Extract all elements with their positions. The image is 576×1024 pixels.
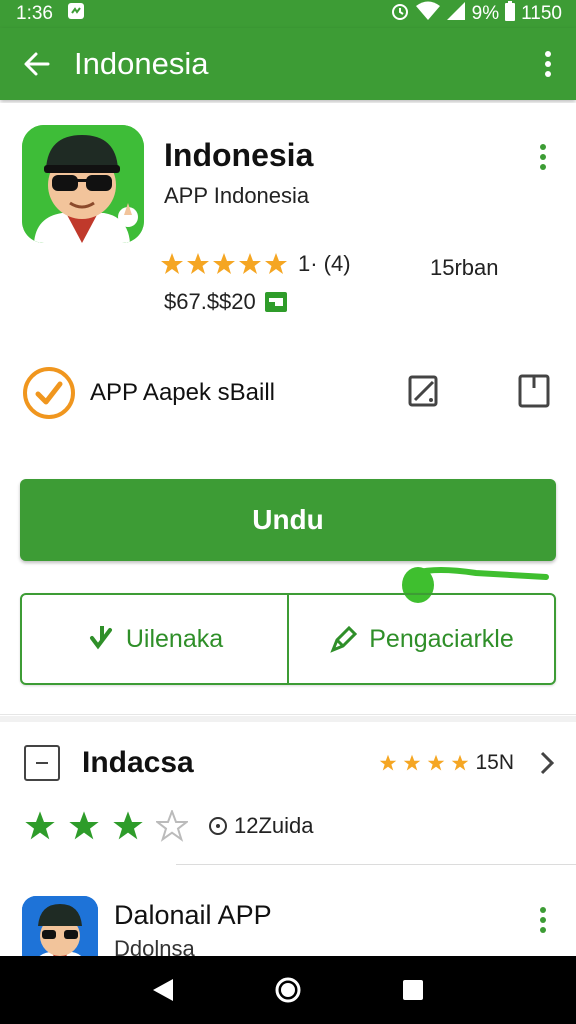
secondary-action-right-button[interactable]: Pengaciarkle — [287, 595, 554, 683]
status-bar: 1:36 9% 1150 — [0, 0, 576, 28]
star-icon — [428, 754, 445, 771]
battery-icon — [505, 1, 516, 27]
install-button[interactable]: Undu — [20, 479, 556, 561]
rating-summary: 12Zuida — [24, 810, 314, 842]
bookmark-button[interactable] — [512, 369, 556, 413]
secondary-action-left-button[interactable]: Uilenaka — [22, 595, 287, 683]
star-icon — [187, 253, 209, 274]
star-icon — [404, 754, 421, 771]
star-icon — [265, 253, 287, 274]
secondary-actions: Uilenaka Pengaciarkle — [20, 593, 556, 685]
star-icon — [113, 811, 143, 840]
app-icon[interactable] — [22, 125, 144, 243]
review-count: 12Zuida — [208, 813, 314, 839]
price: $67.$$20 — [164, 289, 256, 314]
more-vert-icon — [540, 907, 546, 933]
wifi-icon — [415, 1, 440, 27]
edit-button[interactable] — [402, 369, 446, 413]
verified-check-icon — [23, 367, 75, 419]
related-list: Indacsa 15N 12Zuida Dalonail APP Ddolnsa — [0, 722, 576, 972]
star-outline-icon — [156, 810, 188, 842]
star-icon — [25, 811, 55, 840]
app-bar-title: Indonesia — [74, 46, 209, 81]
nav-recents-icon — [403, 980, 424, 1000]
list-item-count: 15N — [475, 751, 514, 774]
list-item-title: Dalonail APP — [114, 900, 272, 930]
collapse-box-icon — [24, 745, 60, 781]
chevron-right-icon — [540, 751, 555, 775]
system-nav-bar — [0, 956, 576, 1024]
list-item[interactable]: Indacsa 15N — [24, 740, 560, 786]
alarm-icon — [390, 1, 410, 27]
nav-home-button[interactable] — [263, 965, 313, 1015]
notification-icon — [67, 2, 85, 26]
star-icon — [380, 754, 397, 771]
price-row: $67.$$20 — [164, 289, 288, 315]
star-icon — [69, 811, 99, 840]
nav-home-icon — [275, 977, 301, 1003]
edit-note-icon — [408, 375, 438, 407]
download-check-icon — [89, 626, 112, 650]
clock-icon — [209, 817, 227, 835]
back-button[interactable] — [0, 28, 74, 100]
verified-label: APP Aapek sBaill — [90, 379, 276, 406]
nav-recents-button[interactable] — [388, 965, 438, 1015]
app-name: Indonesia — [164, 137, 314, 173]
battery-percent: 9% — [471, 3, 500, 24]
list-divider — [176, 864, 576, 865]
rating-row: 1· (4) — [160, 251, 351, 277]
status-clock-right: 1150 — [521, 3, 562, 24]
review-count-text: 12Zuida — [234, 813, 314, 838]
avatar-character-icon — [22, 125, 144, 243]
nav-back-button[interactable] — [138, 965, 188, 1015]
star-icon — [452, 754, 469, 771]
app-detail-card: Indonesia APP Indonesia 1· (4) 15rban $6… — [0, 103, 576, 715]
overflow-menu-button[interactable] — [520, 28, 576, 100]
list-item-rating: 15N — [379, 749, 560, 777]
star-icon — [213, 253, 235, 274]
bookmark-icon — [518, 374, 550, 408]
list-item-title: Indacsa — [82, 746, 194, 779]
developer-name[interactable]: APP Indonesia — [164, 183, 309, 209]
card-overflow-button[interactable] — [528, 137, 558, 177]
verified-row: APP Aapek sBaill — [22, 365, 558, 421]
edit-pencil-icon — [330, 625, 358, 653]
more-vert-icon — [545, 51, 551, 77]
arrow-back-icon — [24, 52, 50, 76]
nav-back-icon — [152, 979, 173, 1001]
signal-icon — [446, 1, 466, 27]
secondary-action-left-label: Uilenaka — [125, 624, 224, 653]
star-icon — [161, 253, 183, 274]
more-vert-icon — [540, 144, 546, 170]
rating-text: 1· (4) — [298, 251, 351, 276]
status-time: 1:36 — [16, 3, 53, 24]
wallet-icon — [264, 292, 287, 312]
secondary-action-right-label: Pengaciarkle — [369, 624, 514, 653]
download-count: 15rban — [430, 255, 499, 280]
rating-stars — [160, 252, 288, 276]
list-item-overflow-button[interactable] — [528, 900, 558, 940]
app-bar: Indonesia — [0, 28, 576, 100]
star-icon — [239, 253, 261, 274]
